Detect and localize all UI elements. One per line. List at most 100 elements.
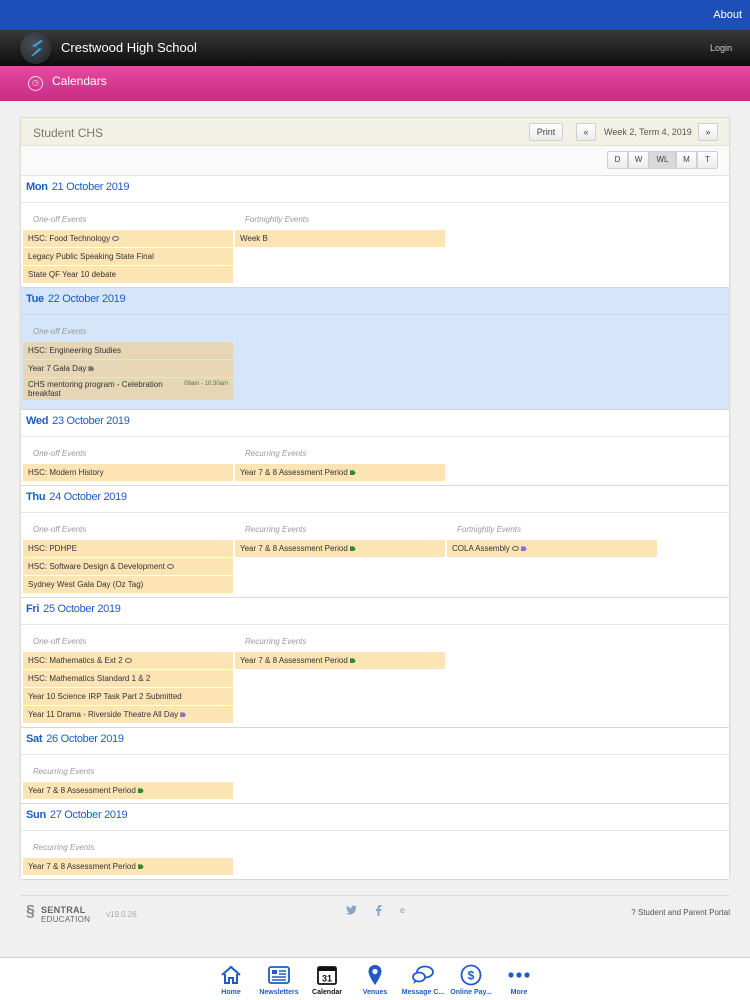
- event-column-title: Recurring Events: [245, 525, 307, 534]
- day-date: 26 October 2019: [46, 733, 124, 745]
- day-header[interactable]: Thu 24 October 2019: [26, 491, 127, 503]
- school-header: Crestwood High School Login: [0, 30, 750, 66]
- day-divider: [21, 830, 729, 831]
- section-bar: ◷ Calendars: [0, 66, 750, 101]
- event-title: Year 7 & 8 Assessment Period: [240, 656, 348, 665]
- calendar-event[interactable]: HSC: Mathematics & Ext 2: [23, 652, 233, 669]
- event-column-title: One-off Events: [33, 525, 87, 534]
- event-title: HSC: Mathematics & Ext 2: [28, 656, 123, 665]
- day-header[interactable]: Fri 25 October 2019: [26, 603, 121, 615]
- event-title: State QF Year 10 debate: [28, 270, 117, 279]
- calendar-event[interactable]: Year 7 & 8 Assessment Period: [23, 858, 233, 875]
- next-week-button[interactable]: »: [698, 123, 718, 141]
- day-header[interactable]: Sun 27 October 2019: [26, 809, 128, 821]
- calendar-event[interactable]: Year 11 Drama - Riverside Theatre All Da…: [23, 706, 233, 723]
- event-title: COLA Assembly: [452, 544, 510, 553]
- event-title: Year 7 & 8 Assessment Period: [28, 786, 136, 795]
- day-date: 22 October 2019: [47, 293, 126, 305]
- day-header[interactable]: Mon 21 October 2019: [26, 181, 129, 193]
- calendar-event[interactable]: Week B: [235, 230, 445, 247]
- calendar-event[interactable]: HSC: Food Technology: [23, 230, 233, 247]
- calendar-name: Student CHS: [33, 126, 104, 140]
- day-date: 21 October 2019: [51, 181, 130, 193]
- print-button[interactable]: Print: [529, 123, 563, 141]
- website-icon[interactable]: e: [400, 905, 405, 915]
- previous-week-button[interactable]: «: [576, 123, 596, 141]
- top-bar: About: [0, 0, 750, 30]
- comment-icon: [124, 658, 132, 664]
- day-divider: [21, 512, 729, 513]
- day-header[interactable]: Sat 26 October 2019: [26, 733, 124, 745]
- day-header[interactable]: Tue 22 October 2019: [26, 293, 126, 305]
- day-divider: [21, 202, 729, 203]
- login-link[interactable]: Login: [710, 43, 732, 53]
- calendar-event[interactable]: State QF Year 10 debate: [23, 266, 233, 283]
- calendar-event[interactable]: COLA Assembly: [447, 540, 657, 557]
- about-link[interactable]: About: [713, 9, 742, 21]
- event-title: HSC: Engineering Studies: [28, 346, 121, 355]
- portal-link[interactable]: ? Student and Parent Portal: [631, 908, 730, 917]
- calendar-event[interactable]: Sydney West Gala Day (Oz Tag): [23, 576, 233, 593]
- sentral-s-icon: §: [26, 903, 36, 920]
- event-time: 09am - 10:30am: [184, 381, 228, 387]
- day-divider: [21, 314, 729, 315]
- event-column-title: Recurring Events: [245, 637, 307, 646]
- calendar-event[interactable]: HSC: Software Design & Development: [23, 558, 233, 575]
- calendar-event[interactable]: HSC: Mathematics Standard 1 & 2: [23, 670, 233, 687]
- event-title: HSC: PDHPE: [28, 544, 77, 553]
- day-date: 27 October 2019: [49, 809, 128, 821]
- day-of-week: Tue: [26, 293, 44, 305]
- calendar-day-number: 31: [322, 974, 332, 984]
- event-title: Year 7 & 8 Assessment Period: [28, 862, 136, 871]
- calendar-event[interactable]: Legacy Public Speaking State Final: [23, 248, 233, 265]
- calendar-event[interactable]: HSC: Modern History: [23, 464, 233, 481]
- event-column-title: One-off Events: [33, 449, 87, 458]
- brand-subtitle: EDUCATION: [41, 915, 91, 924]
- day-list: Mon 21 October 2019 One-off Events HSC: Foo…: [21, 176, 729, 880]
- tab-more[interactable]: More: [491, 964, 547, 996]
- day-header[interactable]: Wed 23 October 2019: [26, 415, 130, 427]
- day-section: Fri 25 October 2019 One-off Events HSC: Mat…: [21, 598, 729, 728]
- calendar-event[interactable]: CHS mentoring program - Celebration brea…: [23, 378, 233, 400]
- calendar-event[interactable]: HSC: PDHPE: [23, 540, 233, 557]
- view-month-button[interactable]: M: [676, 151, 697, 169]
- view-day-button[interactable]: D: [607, 151, 628, 169]
- day-of-week: Fri: [26, 603, 40, 615]
- event-title: Year 10 Science IRP Task Part 2 Submitte…: [28, 692, 182, 701]
- event-column-title: One-off Events: [33, 215, 87, 224]
- day-date: 25 October 2019: [43, 603, 121, 615]
- calendar-event[interactable]: Year 10 Science IRP Task Part 2 Submitte…: [23, 688, 233, 705]
- school-logo-icon[interactable]: [20, 32, 52, 64]
- view-term-button[interactable]: T: [697, 151, 718, 169]
- brand-name: SENTRAL: [41, 905, 86, 915]
- school-name: Crestwood High School: [61, 40, 197, 55]
- tab-label: More: [510, 989, 528, 996]
- section-title: Calendars: [52, 74, 107, 88]
- facebook-icon[interactable]: [375, 905, 382, 919]
- event-title: CHS mentoring program - Celebration brea…: [28, 380, 163, 398]
- view-week-list-button[interactable]: WL: [649, 151, 676, 169]
- calendar-panel-header: Student CHS Print « Week 2, Term 4, 2019…: [21, 118, 729, 146]
- calendar-event[interactable]: Year 7 & 8 Assessment Period: [23, 782, 233, 799]
- view-week-button[interactable]: W: [628, 151, 649, 169]
- event-title: HSC: Food Technology: [28, 234, 111, 243]
- tag-icon: [137, 864, 144, 870]
- clock-icon: ◷: [28, 76, 43, 91]
- day-date: 23 October 2019: [52, 415, 130, 427]
- event-title: Week B: [240, 234, 268, 243]
- calendar-event[interactable]: Year 7 Gala Day: [23, 360, 233, 377]
- event-column-title: Fortnightly Events: [457, 525, 522, 534]
- event-title: HSC: Software Design & Development: [28, 562, 165, 571]
- event-title: Year 11 Drama - Riverside Theatre All Da…: [28, 710, 179, 719]
- calendar-event[interactable]: HSC: Engineering Studies: [23, 342, 233, 359]
- event-column-title: Recurring Events: [245, 449, 307, 458]
- day-date: 24 October 2019: [49, 491, 127, 503]
- event-column-title: Fortnightly Events: [245, 215, 310, 224]
- tag-icon: [137, 788, 144, 794]
- calendar-event[interactable]: Year 7 & 8 Assessment Period: [235, 540, 445, 557]
- twitter-icon[interactable]: [346, 905, 357, 918]
- calendar-event[interactable]: Year 7 & 8 Assessment Period: [235, 652, 445, 669]
- event-title: Year 7 & 8 Assessment Period: [240, 544, 348, 553]
- day-divider: [21, 624, 729, 625]
- calendar-event[interactable]: Year 7 & 8 Assessment Period: [235, 464, 445, 481]
